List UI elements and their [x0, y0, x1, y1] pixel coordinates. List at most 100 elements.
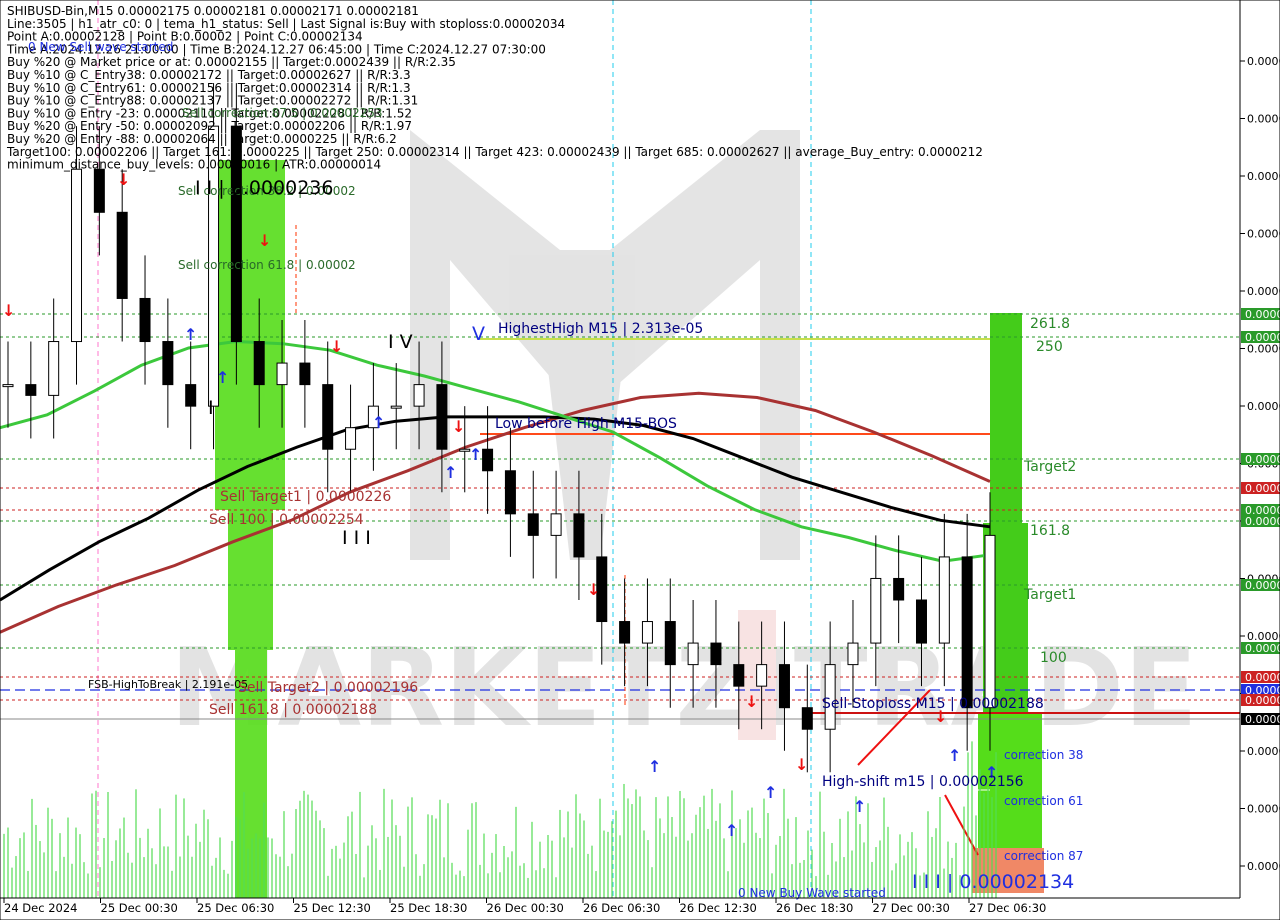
y-tick-label: 0.0000 [1247, 860, 1280, 873]
x-tick-label: 26 Dec 00:30 [487, 901, 564, 915]
level-label-low-before-high: Low before High M15-BOS [495, 416, 677, 432]
y-tick-label: 0.0000 [1247, 55, 1280, 68]
candle [299, 320, 311, 428]
x-tick-label: 26 Dec 18:30 [776, 901, 853, 915]
svg-text:↑: ↑ [648, 757, 661, 776]
label-sell-correction-61: Sell correction 61.8 | 0.00002 [178, 258, 356, 272]
price-tag-label: 0.0000 [1245, 453, 1280, 466]
time-axis: 24 Dec 2024 25 Dec 00:30 25 Dec 06:30 25 De… [0, 897, 1240, 915]
candle [390, 363, 402, 450]
candle [25, 341, 37, 439]
x-tick-label: 25 Dec 12:30 [294, 901, 371, 915]
level-label-fsb-high-to-break: FSB-HighToBreak | 2.191e-05 [88, 678, 248, 691]
fib-label-target1: Target1 [1023, 587, 1076, 603]
candle [162, 298, 174, 428]
candle [48, 298, 60, 439]
label-sell-161: Sell 161.8 | 0.00002188 [209, 702, 377, 718]
price-tag-label: 0.0000 [1245, 671, 1280, 684]
label-wave-ii: I I | 0.0000236 [195, 177, 333, 199]
price-tag-label: 0.0000 [1245, 482, 1280, 495]
price-tag-label: 0.0000 [1245, 694, 1280, 707]
fib-label-correction-61: correction 61 [1004, 794, 1083, 808]
y-tick-label: 0.0000 [1247, 400, 1280, 413]
fib-label-correction-38: correction 38 [1004, 748, 1083, 762]
candle [504, 427, 516, 557]
svg-text:↓: ↓ [117, 170, 130, 189]
fib-label-correction-87: correction 87 [1004, 849, 1083, 863]
svg-text:↑: ↑ [184, 325, 197, 344]
svg-text:↑: ↑ [216, 368, 229, 387]
svg-text:↓: ↓ [330, 337, 343, 356]
x-tick-label: 25 Dec 18:30 [390, 901, 467, 915]
wave-label-iii: I I I [342, 527, 371, 549]
x-tick-label: 27 Dec 06:30 [969, 901, 1046, 915]
level-label-highest-high: HighestHigh M15 | 2.313e-05 [498, 321, 703, 337]
svg-text:↓: ↓ [452, 417, 465, 436]
candle [322, 341, 334, 493]
y-tick-label: 0.0000 [1247, 745, 1280, 758]
x-tick-label: 26 Dec 12:30 [680, 901, 757, 915]
svg-text:↓: ↓ [587, 580, 600, 599]
wave-label-i: I [208, 397, 214, 419]
label-wave-iii: I I I | 0.00002134 [912, 871, 1074, 893]
chart-canvas[interactable]: MARKETZITRADE ↓ ↓ ↓ ↓ ↓ ↓ ↓ ↓ ↓ ↑ ↑ ↑ ↑ … [0, 0, 1280, 924]
candle [550, 470, 562, 579]
moving-average-black [0, 415, 991, 602]
candle [2, 341, 14, 428]
candle [345, 384, 357, 493]
svg-text:↓: ↓ [258, 231, 271, 250]
x-tick-label: 25 Dec 06:30 [197, 901, 274, 915]
wave-label-v: V [472, 323, 485, 345]
svg-text:↓: ↓ [2, 301, 15, 320]
y-tick-label: 0.0000 [1247, 228, 1280, 241]
svg-text:↓: ↓ [795, 755, 808, 774]
level-label-sell-stoploss: Sell-Stoploss M15 | 0.00002188 [822, 696, 1044, 712]
fib-label-261: 261.8 [1030, 316, 1070, 332]
y-tick-label: 0.0000 [1247, 285, 1280, 298]
price-tag-label: 0.0000 [1245, 713, 1280, 726]
svg-text:↑: ↑ [948, 746, 961, 765]
label-new-sell-wave: 0 New Sell wave started [28, 40, 173, 54]
svg-text:↑: ↑ [372, 413, 385, 432]
x-tick-label: 25 Dec 00:30 [101, 901, 178, 915]
fib-label-100: 100 [1040, 650, 1067, 666]
label-sell-100: Sell 100 | 0.00002254 [209, 512, 364, 528]
price-tag-label: 0.0000 [1245, 642, 1280, 655]
price-tag-label: 0.0000 [1245, 331, 1280, 344]
fib-label-target2: Target2 [1023, 459, 1076, 475]
fib-label-250: 250 [1036, 339, 1063, 355]
x-tick-label: 26 Dec 06:30 [583, 901, 660, 915]
label-sell-target2: Sell Target2 | 0.00002196 [238, 680, 418, 696]
svg-text:↓: ↓ [745, 692, 758, 711]
volume-bars [3, 741, 997, 898]
info-line: minimum_distance_buy_levels: 0.00000016 … [7, 158, 381, 172]
price-axis: 0.00000.00000.00000.00000.00000.00000.00… [1239, 0, 1280, 924]
svg-text:↑: ↑ [469, 445, 482, 464]
level-label-high-shift: High-shift m15 | 0.00002156 [822, 774, 1024, 790]
buy-target-bar-top [990, 313, 1022, 523]
x-tick-label: 27 Dec 00:30 [873, 901, 950, 915]
price-tag-label: 0.0000 [1245, 515, 1280, 528]
svg-text:↑: ↑ [764, 783, 777, 802]
wave-label-iv: I V [388, 331, 413, 353]
label-sell-correction-87: Sell correction 87.5 | 0.00002253 [182, 106, 383, 120]
fib-label-161: 161.8 [1030, 523, 1070, 539]
y-tick-label: 0.0000 [1247, 170, 1280, 183]
price-tag-label: 0.0000 [1245, 308, 1280, 321]
indicator-info-panel: SHIBUSD-Bin,M15 0.00002175 0.00002181 0.… [6, 4, 983, 172]
x-tick-label: 24 Dec 2024 [4, 901, 77, 915]
candle [185, 341, 197, 450]
chart-container: MARKETZITRADE ↓ ↓ ↓ ↓ ↓ ↓ ↓ ↓ ↓ ↑ ↑ ↑ ↑ … [0, 0, 1280, 924]
candle [116, 169, 128, 342]
svg-text:↑: ↑ [853, 797, 866, 816]
y-tick-label: 0.0000 [1247, 343, 1280, 356]
candle [482, 406, 494, 514]
candle [527, 470, 539, 579]
label-sell-target1: Sell Target1 | 0.0000226 [220, 489, 391, 505]
svg-text:↑: ↑ [725, 821, 738, 840]
y-tick-label: 0.0000 [1247, 803, 1280, 816]
moving-average-green [0, 339, 991, 563]
y-tick-label: 0.0000 [1247, 113, 1280, 126]
price-tag-label: 0.0000 [1245, 579, 1280, 592]
svg-text:↑: ↑ [444, 463, 457, 482]
